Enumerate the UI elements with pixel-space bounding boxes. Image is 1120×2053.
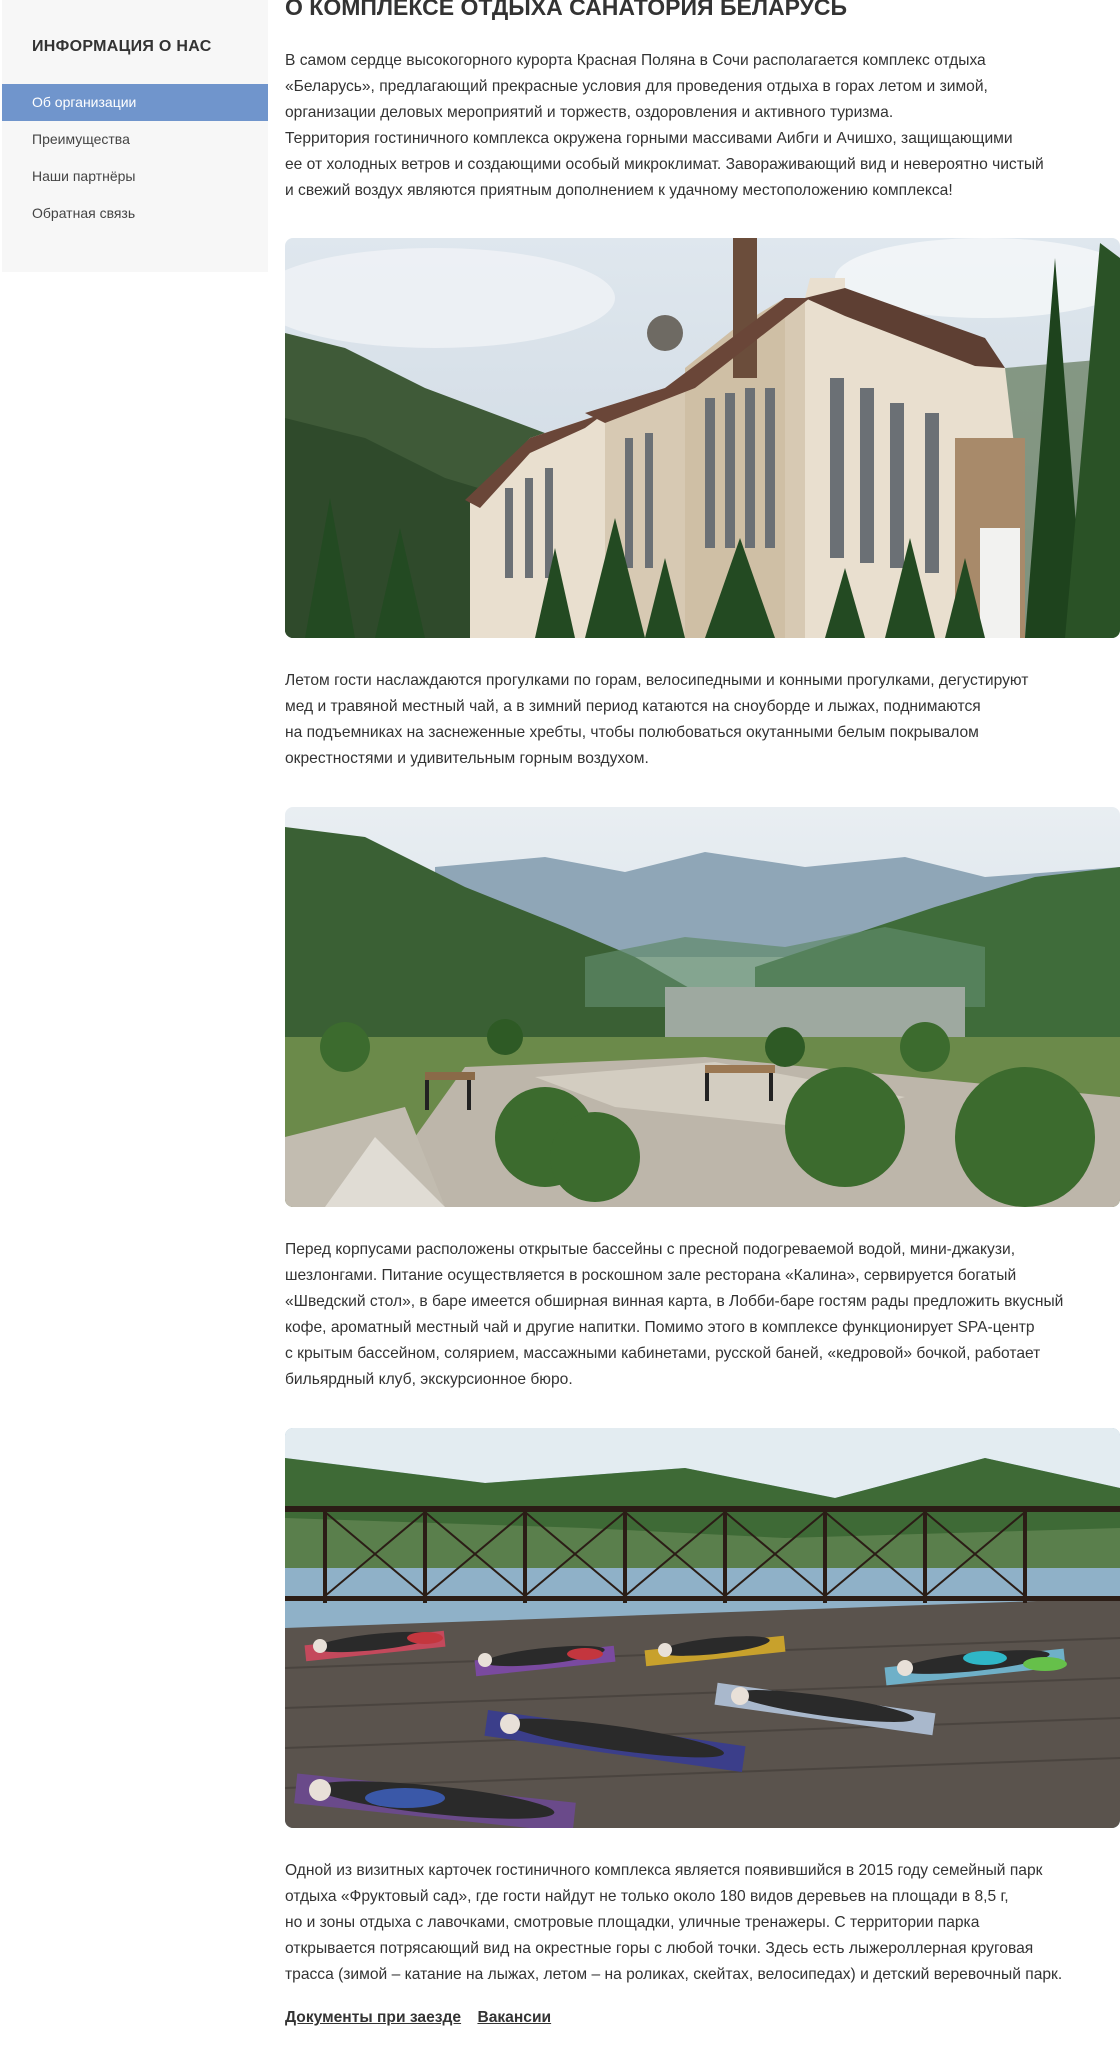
- text-line: и свежий воздух являются приятным дополн…: [285, 182, 953, 199]
- text-line: отдыха «Фруктовый сад», где гости найдут…: [285, 1888, 1009, 1905]
- hotel-building-photo: [285, 238, 1120, 638]
- page-title: О КОМПЛЕКСЕ ОТДЫХА САНАТОРИЯ БЕЛАРУСЬ: [285, 0, 848, 20]
- sidebar: ИНФОРМАЦИЯ О НАС Об организации Преимуще…: [2, 0, 268, 272]
- text-line: Одной из визитных карточек гостиничного …: [285, 1862, 1043, 1879]
- text-line: с крытым бассейном, солярием, массажными…: [285, 1345, 1041, 1362]
- text-line: «Шведский стол», в баре имеется обширная…: [285, 1293, 1064, 1310]
- text-line: бильярдный клуб, экскурсионное бюро.: [285, 1371, 573, 1388]
- sidebar-item-partners[interactable]: Наши партнёры: [2, 158, 268, 195]
- text-line: мед и травяной местный чай, а в зимний п…: [285, 698, 981, 715]
- paragraph-fruit-garden: Одной из визитных карточек гостиничного …: [285, 1858, 1120, 1988]
- paragraph-activities: Летом гости наслаждаются прогулками по г…: [285, 668, 1120, 772]
- text-line: но и зоны отдыха с лавочками, смотровые …: [285, 1914, 980, 1931]
- text-line: «Беларусь», предлагающий прекрасные усло…: [285, 78, 988, 95]
- text-line: окрестностями и удивительным горным возд…: [285, 750, 649, 767]
- sidebar-item-advantages[interactable]: Преимущества: [2, 121, 268, 158]
- sidebar-item-feedback[interactable]: Обратная связь: [2, 195, 268, 232]
- text-line: ее от холодных ветров и создающими особы…: [285, 156, 1044, 173]
- text-line: Летом гости наслаждаются прогулками по г…: [285, 672, 1029, 689]
- text-line: на подъемниках на заснеженные хребты, чт…: [285, 724, 979, 741]
- sidebar-title: ИНФОРМАЦИЯ О НАС: [32, 38, 212, 55]
- paragraph-services: Перед корпусами расположены открытые бас…: [285, 1237, 1120, 1393]
- text-line: шезлонгами. Питание осуществляется в рос…: [285, 1267, 1017, 1284]
- text-line: Перед корпусами расположены открытые бас…: [285, 1241, 1016, 1258]
- text-line: кофе, ароматный местный чай и другие нап…: [285, 1319, 1035, 1336]
- sidebar-item-about[interactable]: Об организации: [2, 84, 268, 121]
- text-line: трасса (зимой – катание на лыжах, летом …: [285, 1966, 1063, 1983]
- mountain-valley-park-photo: [285, 807, 1120, 1207]
- sidebar-menu: Об организации Преимущества Наши партнёр…: [2, 84, 268, 232]
- text-line: Территория гостиничного комплекса окруже…: [285, 130, 1013, 147]
- yoga-terrace-photo: [285, 1428, 1120, 1828]
- text-line: организации деловых мероприятий и торжес…: [285, 104, 894, 121]
- documents-link[interactable]: Документы при заезде: [285, 2009, 461, 2026]
- footer-links: Документы при заезде Вакансии: [285, 2009, 563, 2027]
- text-line: В самом сердце высокогорного курорта Кра…: [285, 52, 986, 69]
- paragraph-intro: В самом сердце высокогорного курорта Кра…: [285, 48, 1120, 204]
- text-line: открывается потрясающий вид на окрестные…: [285, 1940, 1034, 1957]
- vacancies-link[interactable]: Вакансии: [477, 2009, 551, 2026]
